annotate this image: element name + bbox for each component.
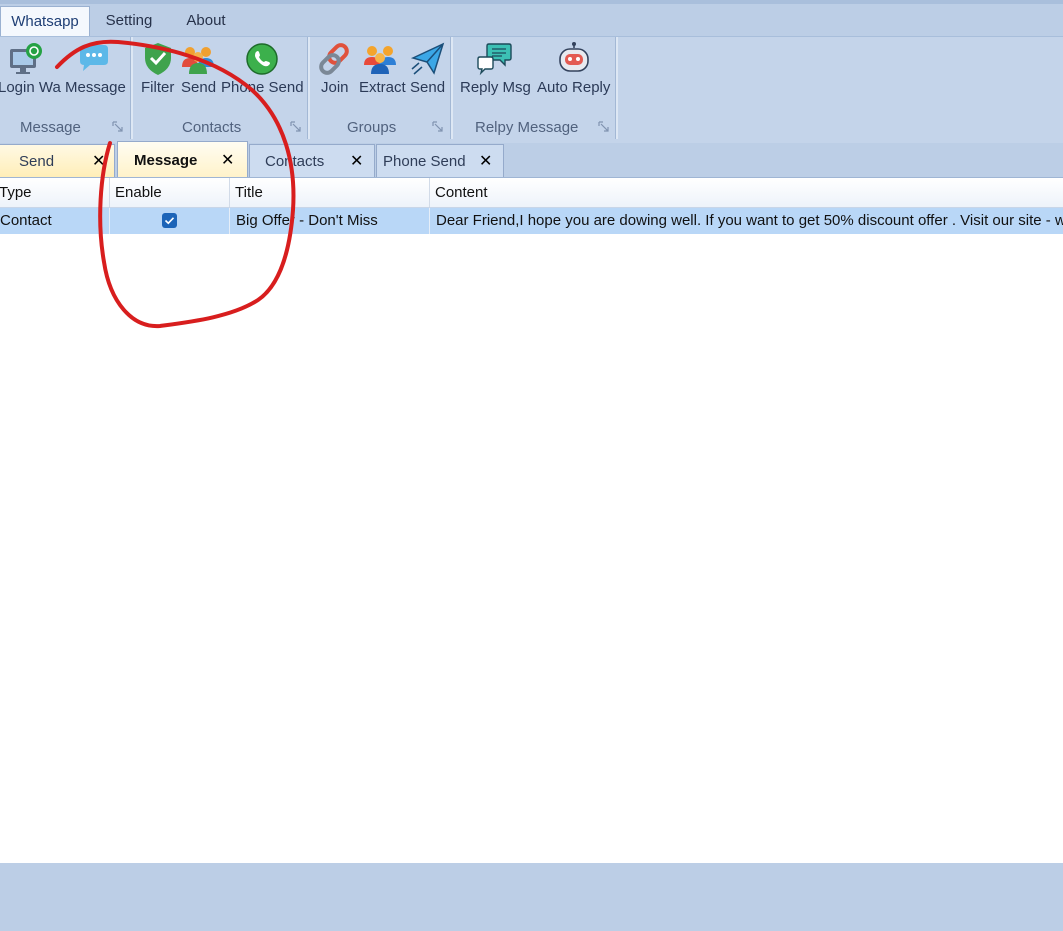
phone-send-label: Phone Send xyxy=(221,79,304,96)
table-row[interactable]: Contact Big Offer - Don't Miss Dear Frie… xyxy=(0,208,1063,234)
paper-plane-icon xyxy=(410,42,445,75)
groups-send-button[interactable]: Send xyxy=(408,37,446,107)
shield-check-icon xyxy=(145,43,171,75)
column-header-type[interactable]: Type xyxy=(0,178,110,207)
extract-label: Extract xyxy=(359,79,406,96)
cell-content[interactable]: Dear Friend,I hope you are dowing well. … xyxy=(430,208,1063,234)
filter-button[interactable]: Filter xyxy=(138,37,178,107)
ribbon-separator xyxy=(450,37,453,139)
reply-msg-label: Reply Msg xyxy=(460,79,531,96)
doc-tab-label: Contacts xyxy=(265,153,325,170)
auto-reply-label: Auto Reply xyxy=(537,79,611,96)
monitor-whatsapp-icon xyxy=(10,43,42,74)
message-label: Message xyxy=(65,79,126,96)
link-icon xyxy=(319,43,349,75)
column-header-title[interactable]: Title xyxy=(230,178,430,207)
ribbon-separator xyxy=(130,37,133,139)
doc-tab-send[interactable]: Send ✕ xyxy=(0,144,115,177)
phone-icon xyxy=(246,43,278,75)
message-button[interactable]: Message xyxy=(62,37,128,107)
dialog-launcher-icon[interactable] xyxy=(112,121,124,133)
extract-button[interactable]: Extract xyxy=(358,37,406,107)
doc-tab-contacts[interactable]: Contacts ✕ xyxy=(249,144,375,177)
doc-tab-label: Message xyxy=(134,152,198,169)
robot-icon xyxy=(559,42,589,72)
grid-header: Type Enable Title Content xyxy=(0,178,1063,208)
doc-tab-phone-send[interactable]: Phone Send ✕ xyxy=(376,144,504,177)
groups-send-label: Send xyxy=(410,79,446,96)
window-top-border xyxy=(0,0,1063,4)
group-icon xyxy=(364,46,396,74)
cell-enable[interactable] xyxy=(110,208,230,234)
message-grid: Type Enable Title Content Contact Big Of… xyxy=(0,177,1063,864)
join-button[interactable]: Join xyxy=(316,37,354,107)
group-label-message: Message xyxy=(20,119,81,136)
login-wa-label: Login Wa xyxy=(0,79,61,96)
chat-bubble-icon xyxy=(80,45,108,71)
menu-tab-setting[interactable]: Setting xyxy=(94,6,164,36)
ribbon-separator xyxy=(615,37,618,139)
group-label-reply-message: Relpy Message xyxy=(475,119,579,136)
auto-reply-button[interactable]: Auto Reply xyxy=(536,37,616,107)
dialog-launcher-icon[interactable] xyxy=(432,121,444,133)
cell-title[interactable]: Big Offer - Don't Miss xyxy=(230,208,430,234)
cell-type[interactable]: Contact xyxy=(0,208,110,234)
close-icon[interactable]: ✕ xyxy=(221,142,234,179)
people-icon xyxy=(182,47,214,74)
dialog-launcher-icon[interactable] xyxy=(598,121,610,133)
contacts-send-label: Send xyxy=(181,79,217,96)
menu-tab-whatsapp[interactable]: Whatsapp xyxy=(0,6,90,38)
phone-send-button[interactable]: Phone Send xyxy=(220,37,306,107)
doc-tab-label: Send xyxy=(19,153,55,170)
reply-msg-button[interactable]: Reply Msg xyxy=(458,37,532,107)
column-header-content[interactable]: Content xyxy=(430,178,1063,207)
login-wa-button[interactable]: Login Wa xyxy=(0,37,61,107)
join-label: Join xyxy=(321,79,349,96)
contacts-send-button[interactable]: Send xyxy=(180,37,218,107)
ribbon: Login Wa Message Message Filter Send Pho… xyxy=(0,36,1063,143)
close-icon[interactable]: ✕ xyxy=(350,145,363,178)
reply-chat-icon xyxy=(477,43,512,76)
status-area xyxy=(0,863,1063,931)
column-header-enable[interactable]: Enable xyxy=(110,178,230,207)
group-label-contacts: Contacts xyxy=(182,119,242,136)
group-label-groups: Groups xyxy=(347,119,397,136)
doc-tab-label: Phone Send xyxy=(383,153,466,170)
close-icon[interactable]: ✕ xyxy=(92,145,105,178)
ribbon-separator xyxy=(307,37,310,139)
filter-label: Filter xyxy=(141,79,175,96)
doc-tab-message[interactable]: Message ✕ xyxy=(117,141,248,178)
checkmark-icon xyxy=(164,217,175,225)
dialog-launcher-icon[interactable] xyxy=(290,121,302,133)
close-icon[interactable]: ✕ xyxy=(479,145,492,178)
menu-tab-about[interactable]: About xyxy=(176,6,236,36)
enable-checkbox[interactable] xyxy=(162,213,177,228)
